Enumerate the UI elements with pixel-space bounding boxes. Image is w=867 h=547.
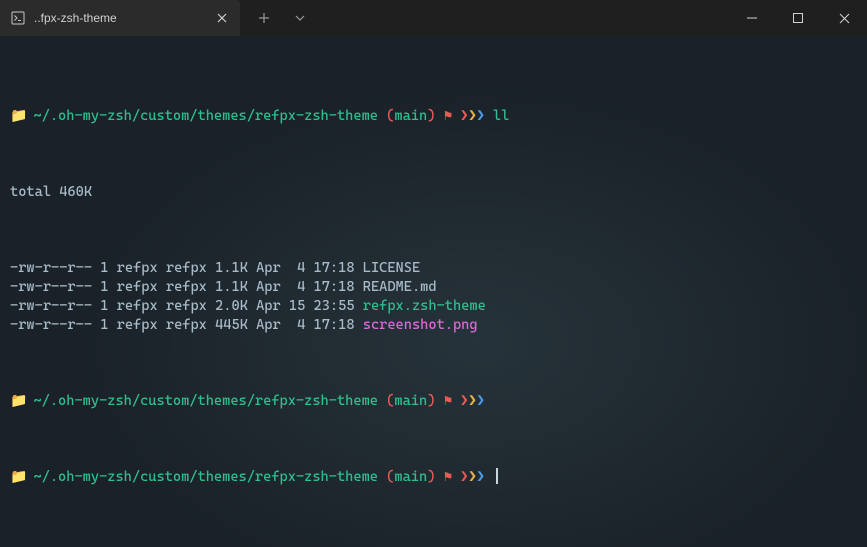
new-tab-button[interactable] (248, 0, 280, 36)
close-window-button[interactable] (821, 0, 867, 36)
filename: README.md (363, 278, 437, 297)
command-text: ll (493, 107, 509, 126)
minimize-button[interactable] (729, 0, 775, 36)
filename: LICENSE (363, 259, 420, 278)
tab-actions (240, 0, 316, 36)
list-item: -rw-r--r-- 1 refpx refpx 445K Apr 4 17:1… (10, 316, 857, 335)
git-branch: main (394, 107, 427, 126)
close-tab-button[interactable] (214, 10, 230, 26)
prompt-line-active: 📁~/.oh-my-zsh/custom/themes/refpx-zsh-th… (10, 468, 857, 487)
list-item: -rw-r--r-- 1 refpx refpx 2.0K Apr 15 23:… (10, 297, 857, 316)
prompt-line: 📁~/.oh-my-zsh/custom/themes/refpx-zsh-th… (10, 392, 857, 411)
folder-icon: 📁 (10, 468, 27, 487)
terminal-area[interactable]: 📁 ~/.oh-my-zsh/custom/themes/refpx-zsh-th… (0, 36, 867, 547)
tab-active[interactable]: ..fpx-zsh-theme (0, 0, 240, 36)
prompt-path: ~/.oh-my-zsh/custom/themes/refpx-zsh-the… (33, 107, 378, 126)
ls-output: -rw-r--r-- 1 refpx refpx 1.1K Apr 4 17:1… (10, 259, 857, 335)
terminal-icon (10, 10, 26, 26)
list-item: -rw-r--r-- 1 refpx refpx 1.1K Apr 4 17:1… (10, 278, 857, 297)
window-titlebar: ..fpx-zsh-theme (0, 0, 867, 36)
tab-title: ..fpx-zsh-theme (34, 11, 206, 25)
filename: screenshot.png (363, 316, 478, 335)
list-item: -rw-r--r-- 1 refpx refpx 1.1K Apr 4 17:1… (10, 259, 857, 278)
tab-dropdown-button[interactable] (284, 0, 316, 36)
ls-total: total 460K (10, 183, 857, 202)
prompt-line: 📁 ~/.oh-my-zsh/custom/themes/refpx-zsh-th… (10, 107, 857, 126)
flag-icon: ⚑ (444, 107, 452, 126)
maximize-button[interactable] (775, 0, 821, 36)
folder-icon: 📁 (10, 107, 27, 126)
filename: refpx.zsh-theme (363, 297, 486, 316)
window-controls (729, 0, 867, 36)
folder-icon: 📁 (10, 392, 27, 411)
cursor (496, 468, 498, 484)
